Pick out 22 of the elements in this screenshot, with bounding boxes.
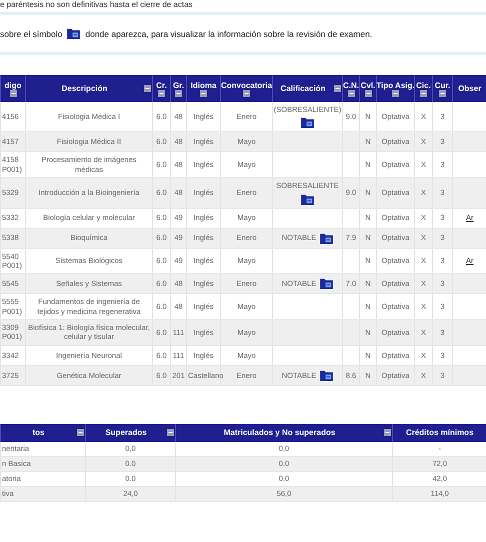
note-text: e paréntesis no son definitivas hasta el cierre de actas — [0, 0, 194, 9]
sort-icon[interactable] — [77, 429, 84, 436]
folder-icon[interactable] — [320, 232, 334, 244]
info-text: sobre el símbolo — [0, 28, 62, 38]
sort-icon[interactable] — [175, 90, 182, 96]
sort-icon[interactable] — [10, 90, 16, 96]
folder-icon[interactable] — [301, 117, 314, 128]
sort-icon[interactable] — [200, 90, 207, 96]
sort-icon[interactable] — [167, 429, 174, 436]
sort-icon[interactable] — [420, 90, 427, 96]
info-text: donde aparezca, para visualizar la información sobre la revisión de examen. — [85, 28, 372, 38]
sort-icon[interactable] — [364, 90, 372, 96]
sort-icon[interactable] — [243, 90, 250, 96]
folder-icon[interactable] — [320, 370, 334, 381]
sort-icon[interactable] — [158, 90, 165, 96]
folder-icon[interactable] — [320, 278, 334, 290]
sort-icon[interactable] — [392, 90, 399, 96]
folder-icon[interactable] — [301, 194, 314, 204]
folder-icon[interactable] — [67, 28, 80, 39]
sort-icon[interactable] — [439, 90, 446, 96]
sort-icon[interactable] — [348, 90, 354, 96]
sort-icon[interactable] — [384, 429, 391, 436]
